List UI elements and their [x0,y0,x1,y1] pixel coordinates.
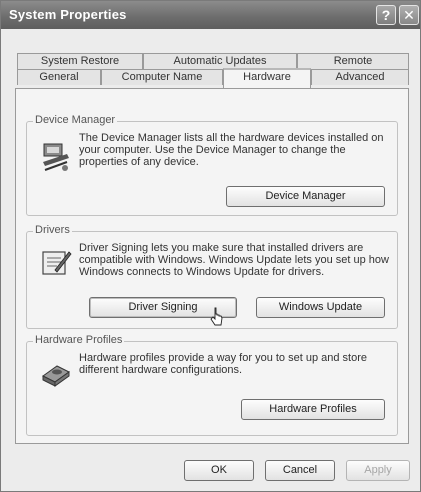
group-legend: Hardware Profiles [33,334,125,346]
tab-label: Hardware [243,71,291,83]
apply-button[interactable]: Apply [346,460,410,481]
tab-computer-name[interactable]: Computer Name [101,69,223,85]
title-bar[interactable]: System Properties ? ✕ [1,1,420,29]
mouse-pointer-icon [210,307,223,326]
tab-general[interactable]: General [17,69,101,85]
ok-button[interactable]: OK [184,460,254,481]
hardware-tab-panel: Device Manager The Device Manager lists … [15,88,409,444]
hardware-profiles-group: Hardware Profiles Hardware profiles prov… [26,334,398,436]
drivers-description: Driver Signing lets you make sure that i… [79,242,389,278]
tab-system-restore[interactable]: System Restore [17,53,143,69]
group-legend: Drivers [33,224,72,236]
tab-remote[interactable]: Remote [297,53,409,69]
system-properties-window: System Properties ? ✕ System Restore Aut… [0,0,421,492]
tab-advanced[interactable]: Advanced [311,69,409,85]
tab-label: Remote [333,55,373,67]
window-title: System Properties [9,7,127,22]
tab-label: General [39,71,79,83]
tab-label: System Restore [40,55,120,67]
tab-label: Automatic Updates [173,55,267,67]
hardware-profiles-icon [42,365,70,387]
device-manager-description: The Device Manager lists all the hardwar… [79,132,384,168]
device-manager-button[interactable]: Device Manager [226,186,385,207]
hardware-profiles-button[interactable]: Hardware Profiles [241,399,385,420]
device-manager-group: Device Manager The Device Manager lists … [26,114,398,216]
tab-label: Computer Name [121,71,203,83]
close-button[interactable]: ✕ [399,5,419,25]
cancel-button[interactable]: Cancel [265,460,335,481]
windows-update-button[interactable]: Windows Update [256,297,385,318]
hardware-profiles-description: Hardware profiles provide a way for you … [79,352,367,376]
tab-label: Advanced [335,71,385,83]
tab-automatic-updates[interactable]: Automatic Updates [143,53,297,69]
help-button[interactable]: ? [376,5,396,25]
drivers-group: Drivers Driver Signing lets you make sur… [26,224,398,329]
driver-signing-icon [42,251,72,275]
group-legend: Device Manager [33,114,118,126]
device-manager-icon [43,143,69,171]
tab-hardware[interactable]: Hardware [223,68,311,88]
